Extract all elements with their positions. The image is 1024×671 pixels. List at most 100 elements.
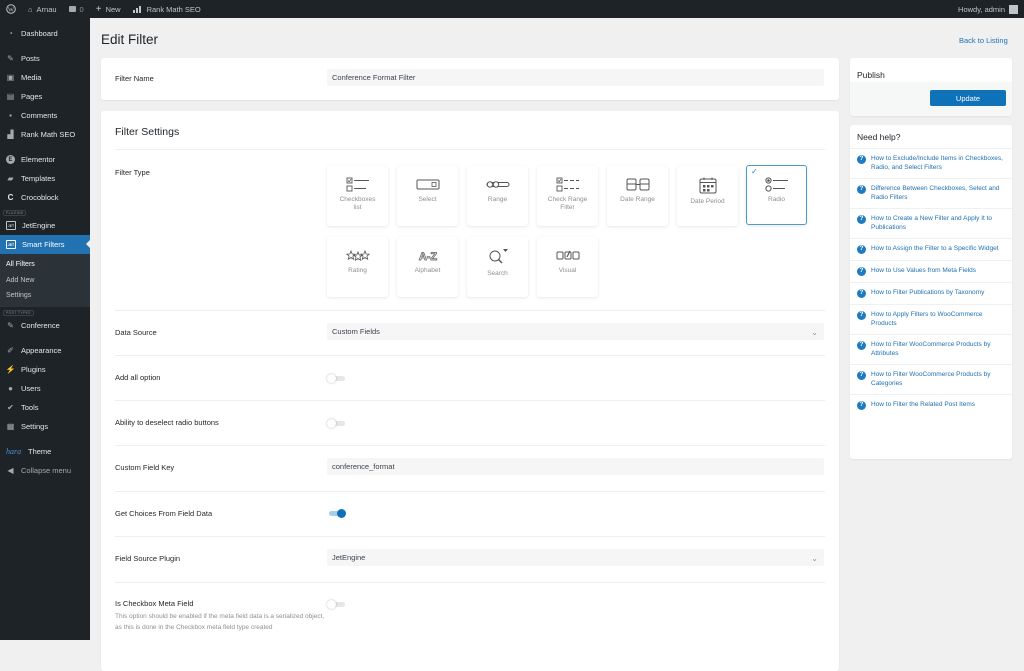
sidebar-item-label: Templates: [21, 174, 56, 183]
tile-label: Check Range Filter: [547, 196, 588, 211]
sidebar-item-appearance[interactable]: ✐ Appearance: [0, 341, 90, 360]
sidebar-item-media[interactable]: ▣ Media: [0, 68, 90, 87]
filter-type-date-range[interactable]: Date Range: [607, 166, 668, 226]
is-checkbox-toggle[interactable]: [327, 600, 347, 609]
new-content-link[interactable]: + New: [90, 0, 127, 18]
help-link[interactable]: ? How to Filter WooCommerce Products by C…: [850, 365, 1012, 395]
sidebar-item-smart-filters[interactable]: JET Smart Filters: [0, 235, 90, 254]
range-icon: [486, 181, 509, 188]
question-icon: ?: [857, 155, 866, 164]
get-choices-label: Get Choices From Field Data: [115, 509, 213, 518]
collapse-menu-button[interactable]: ◀ Collapse menu: [0, 461, 90, 480]
deselect-toggle[interactable]: [327, 419, 347, 428]
submenu-add-new[interactable]: Add New: [0, 273, 90, 289]
hara-logo-icon: hara: [6, 446, 22, 456]
help-link[interactable]: ? How to Assign the Filter to a Specific …: [850, 239, 1012, 261]
filter-type-visual[interactable]: Visual: [537, 237, 598, 297]
svg-text:A-Z: A-Z: [418, 251, 437, 263]
back-to-listing-link[interactable]: Back to Listing: [959, 36, 1008, 45]
sidebar-item-comments[interactable]: ▪ Comments: [0, 106, 90, 125]
help-link-text: How to Filter the Related Post Items: [871, 401, 976, 408]
stars-icon: [345, 249, 370, 262]
get-choices-toggle[interactable]: [327, 509, 347, 518]
collapse-icon: ◀: [7, 465, 14, 475]
filter-type-select[interactable]: Select: [397, 166, 458, 226]
add-all-toggle[interactable]: [327, 374, 347, 383]
help-link-text: How to Filter WooCommerce Products by At…: [871, 341, 991, 357]
calendar-icon: [699, 177, 716, 194]
dashboard-icon: ◔: [8, 29, 13, 38]
sidebar-item-jetengine[interactable]: JET JetEngine: [0, 216, 90, 235]
sidebar-item-rank-math[interactable]: ▟ Rank Math SEO: [0, 125, 90, 144]
search-icon: [489, 249, 508, 264]
sidebar-item-theme[interactable]: hara Theme: [0, 442, 90, 461]
sidebar-item-tools[interactable]: ✔ Tools: [0, 398, 90, 417]
help-link[interactable]: ? How to Exclude/Include Items in Checkbo…: [850, 149, 1012, 179]
help-link-text: How to Filter WooCommerce Products by Ca…: [871, 371, 991, 387]
filter-type-radio[interactable]: ✓ Radio: [746, 165, 807, 225]
alphabet-icon: A-Z: [418, 251, 437, 263]
sidebar-item-users[interactable]: ● Users: [0, 379, 90, 398]
data-source-select[interactable]: Custom Fields ⌄: [327, 323, 824, 340]
site-name-link[interactable]: ⌂ Arnau: [22, 0, 63, 18]
help-link[interactable]: ? How to Use Values from Meta Fields: [850, 261, 1012, 283]
sidebar-item-elementor[interactable]: E Elementor: [0, 150, 90, 169]
svg-text:W: W: [8, 6, 15, 13]
comments-count: 0: [79, 4, 84, 14]
my-account-link[interactable]: Howdy, admin: [952, 0, 1024, 18]
filter-name-input[interactable]: Conference Format Filter: [327, 69, 824, 86]
sidebar-item-crocoblock[interactable]: C Crocoblock: [0, 188, 90, 207]
help-list: ? How to Exclude/Include Items in Checkbo…: [850, 149, 1012, 416]
pin-icon: ✎: [7, 320, 14, 330]
sidebar-item-pages[interactable]: ▤ Pages: [0, 87, 90, 106]
sidebar-item-templates[interactable]: ▰ Templates: [0, 169, 90, 188]
custom-field-key-input[interactable]: conference_format: [327, 458, 824, 475]
chevron-down-icon: ⌄: [811, 554, 818, 563]
jet-icon: JET: [6, 221, 16, 230]
admin-sidebar: ◔ Dashboard ✎ Posts ▣ Media ▤ Pages ▪ Comment…: [0, 18, 90, 640]
update-button[interactable]: Update: [930, 90, 1006, 106]
question-icon: ?: [857, 289, 866, 298]
help-link-text: How to Filter Publications by Taxonomy: [871, 289, 985, 296]
sidebar-item-plugins[interactable]: ⚡ Plugins: [0, 360, 90, 379]
sidebar-item-label: Crocoblock: [21, 193, 59, 202]
help-link-text: Difference Between Checkboxes, Select an…: [871, 185, 1000, 201]
sidebar-item-posts[interactable]: ✎ Posts: [0, 49, 90, 68]
filter-type-rating[interactable]: Rating: [327, 237, 388, 297]
deselect-label: Ability to deselect radio buttons: [115, 418, 219, 427]
publish-title: Publish: [857, 70, 885, 80]
field-source-select[interactable]: JetEngine ⌄: [327, 549, 824, 566]
filter-type-check-range[interactable]: Check Range Filter: [537, 166, 598, 226]
sidebar-item-label: JetEngine: [22, 221, 56, 230]
divider: [115, 400, 825, 401]
visual-icon: [556, 250, 579, 260]
filter-type-search[interactable]: Search: [467, 237, 528, 297]
user-icon: ●: [8, 383, 13, 393]
tile-label: Alphabet: [414, 267, 441, 274]
plugin-icon: ⚡: [5, 364, 16, 374]
rank-math-link[interactable]: Rank Math SEO: [127, 0, 207, 18]
filter-type-date-period[interactable]: Date Period: [677, 166, 738, 226]
help-link-text: How to Assign the Filter to a Specific W…: [871, 245, 999, 252]
wordpress-logo-button[interactable]: W: [0, 0, 22, 18]
help-link[interactable]: ? How to Filter WooCommerce Products by A…: [850, 335, 1012, 365]
submenu-settings[interactable]: Settings: [0, 288, 90, 304]
sidebar-item-dashboard[interactable]: ◔ Dashboard: [0, 24, 90, 43]
help-link[interactable]: ? How to Create a New Filter and Apply It…: [850, 209, 1012, 239]
help-link[interactable]: ? Difference Between Checkboxes, Select a…: [850, 179, 1012, 209]
help-link[interactable]: ? How to Filter Publications by Taxonomy: [850, 283, 1012, 305]
help-link[interactable]: ? How to Filter the Related Post Items: [850, 395, 1012, 416]
sidebar-item-conference[interactable]: ✎ Conference: [0, 316, 90, 335]
folder-icon: ▰: [7, 174, 14, 183]
sidebar-item-settings[interactable]: ▦ Settings: [0, 417, 90, 436]
filter-type-range[interactable]: Range: [467, 166, 528, 226]
help-link[interactable]: ? How to Apply Filters to WooCommerce Pro…: [850, 305, 1012, 335]
tile-label: Visual: [558, 267, 577, 274]
comments-link[interactable]: 0: [63, 0, 90, 18]
divider: [115, 310, 825, 311]
question-icon: ?: [857, 267, 866, 276]
submenu-all-filters[interactable]: All Filters: [0, 257, 90, 273]
comment-icon: [68, 6, 76, 12]
filter-type-alphabet[interactable]: A-Z Alphabet: [397, 237, 458, 297]
filter-type-checkboxes[interactable]: Checkboxes list: [327, 166, 388, 226]
